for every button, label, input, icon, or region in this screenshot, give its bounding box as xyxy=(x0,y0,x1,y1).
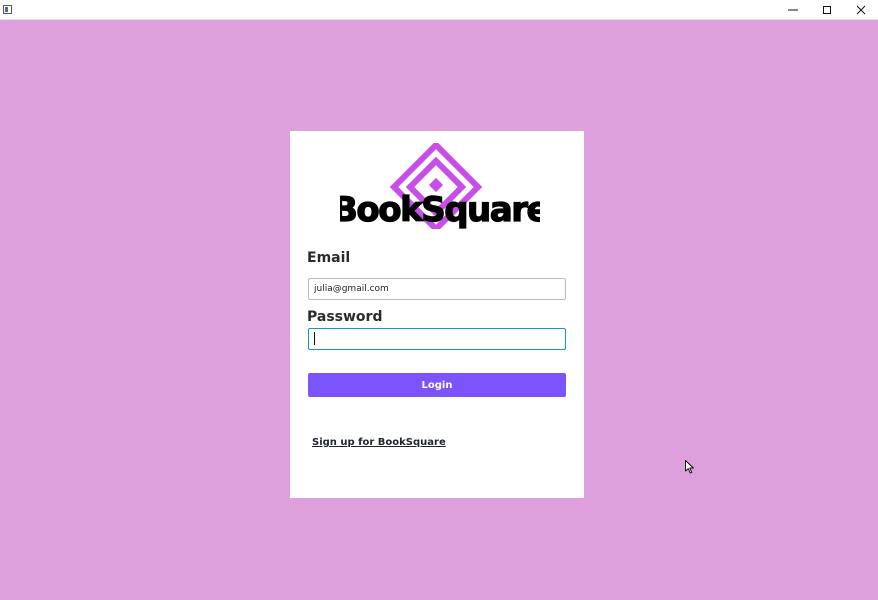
password-label: Password xyxy=(307,309,383,325)
close-icon[interactable] xyxy=(844,0,878,20)
logo-text: BookSquare xyxy=(340,190,540,229)
login-card: BookSquare Email Password Login Sign up … xyxy=(290,131,584,498)
mouse-cursor-icon xyxy=(685,459,695,474)
email-field[interactable] xyxy=(308,278,566,300)
password-field[interactable] xyxy=(308,328,566,350)
minimize-icon[interactable] xyxy=(776,0,810,20)
booksquare-logo: BookSquare xyxy=(340,143,540,229)
login-button[interactable]: Login xyxy=(308,373,566,397)
app-icon xyxy=(3,5,12,14)
email-label: Email xyxy=(307,250,351,266)
maximize-icon[interactable] xyxy=(810,0,844,20)
text-caret xyxy=(314,332,315,345)
signup-link[interactable]: Sign up for BookSquare xyxy=(312,437,446,448)
window-titlebar xyxy=(0,0,878,20)
